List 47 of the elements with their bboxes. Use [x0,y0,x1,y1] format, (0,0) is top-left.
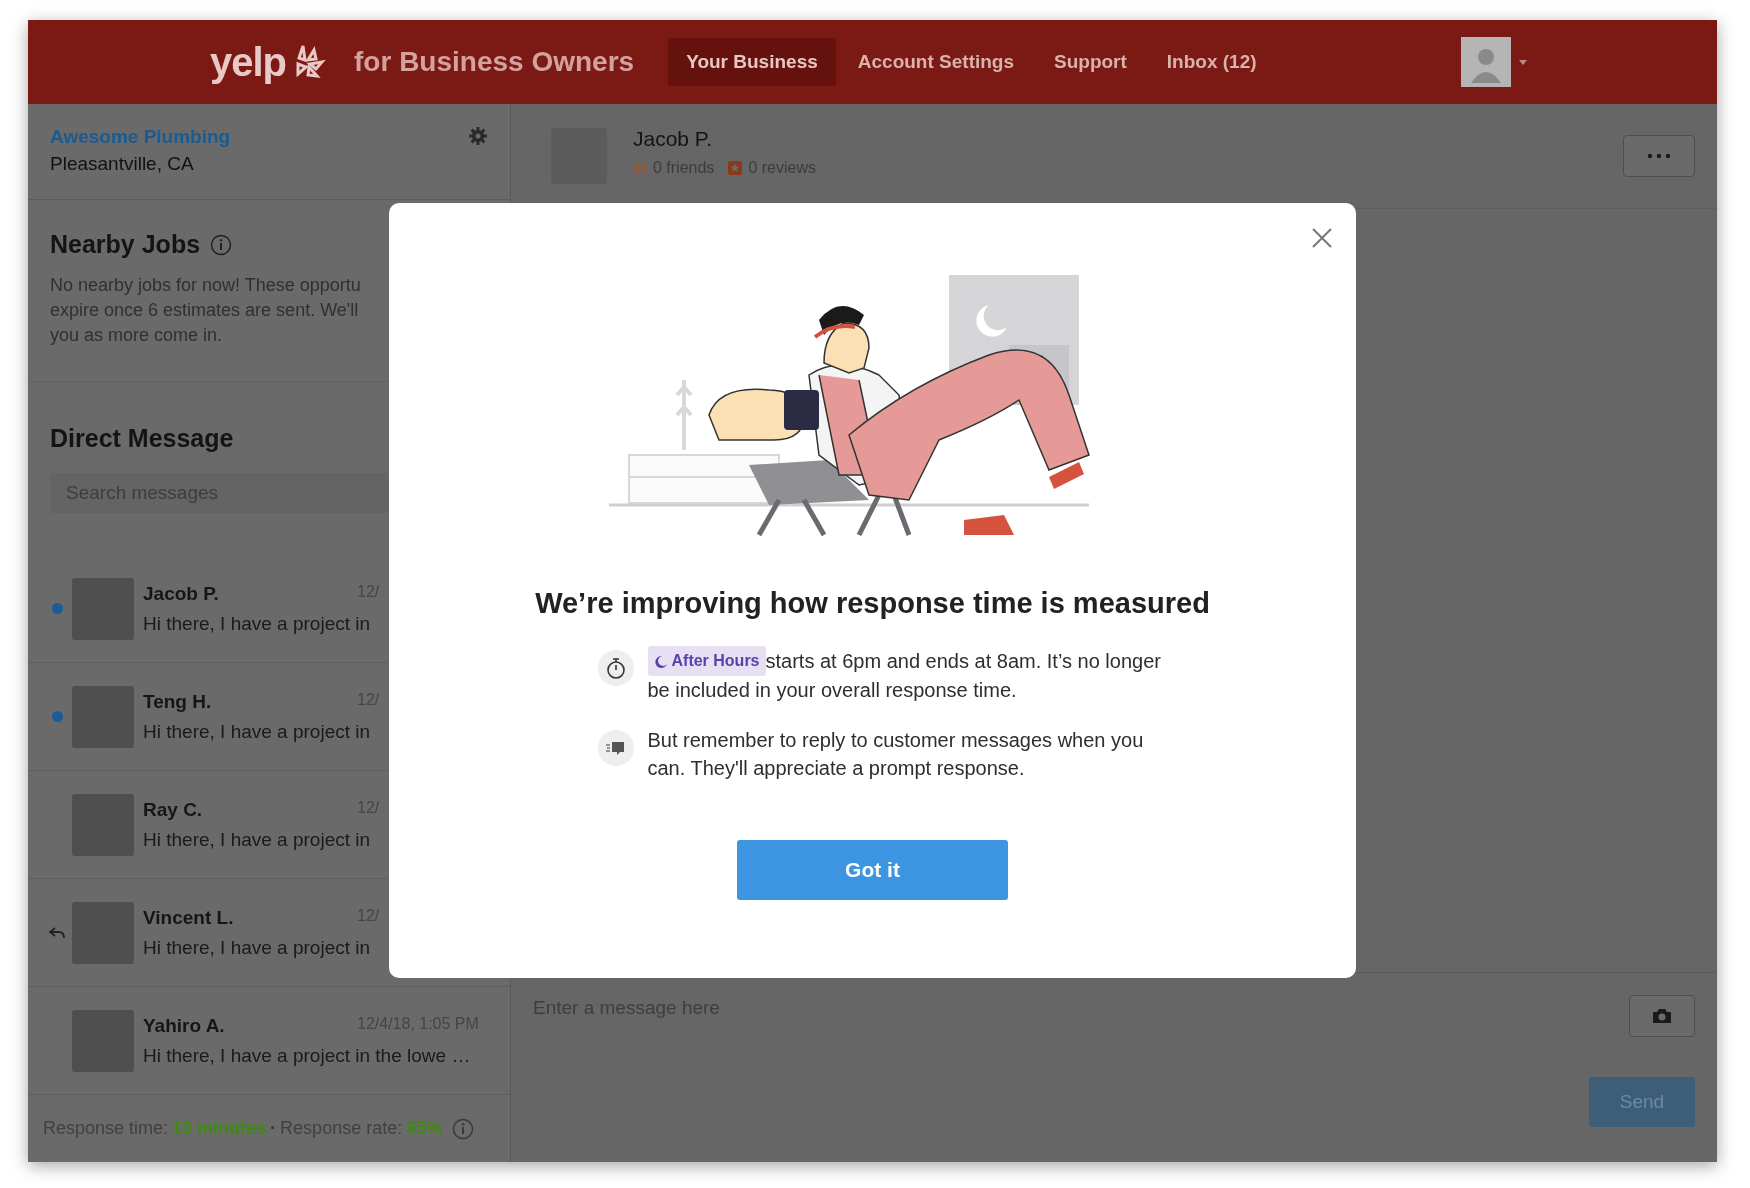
message-preview: Hi there, I have a project in [143,720,372,743]
nav-tab[interactable]: Your Business [668,38,836,86]
logo-text[interactable]: yelp [210,39,287,85]
got-it-button[interactable]: Got it [737,840,1008,900]
contact-name: Vincent L. [143,906,235,929]
nav-tab[interactable]: Support [1036,38,1145,86]
contact-name: Jacob P. [633,127,713,151]
settings-icon[interactable] [468,126,488,146]
message-preview: Hi there, I have a project in [143,936,372,959]
modal-title: We’re improving how response time is measured [535,587,1210,620]
message-preview: Hi there, I have a project in [143,828,372,851]
user-avatar[interactable] [1461,37,1511,87]
avatar-photo-placeholder [72,685,134,748]
avatar-photo-placeholder [72,1009,134,1072]
separator-dot: · [270,1118,277,1139]
stopwatch-icon [597,650,634,686]
friends-icon [633,162,647,174]
camera-icon [1652,1008,1672,1024]
camera-button[interactable] [1629,995,1695,1037]
nav-tab[interactable]: Account Settings [839,38,1032,86]
tagline: for Business Owners [354,46,635,78]
more-dots-icon [1647,153,1671,159]
speech-bubble-icon [597,730,634,766]
info-icon[interactable] [452,1117,475,1140]
avatar-photo-placeholder [72,793,134,856]
business-location: Pleasantville, CA [50,153,195,175]
section-title: Nearby Jobs [50,230,201,260]
contact-name: Yahiro A. [143,1014,226,1037]
avatar-photo-placeholder [72,901,134,964]
review-star-icon [728,161,743,175]
nearby-jobs-text: No nearby jobs for now! These opportu expire once 6 estimates are sent. We'll you as more come in. [50,274,362,348]
info-text: After Hours starts at 6pm and ends at 8am. It’s no longer be included in your overall response time. [647,646,1168,704]
contact-name: Jacob P. [143,582,220,605]
contact-name: Teng H. [143,690,213,713]
info-icon[interactable] [210,233,233,256]
info-text: But remember to reply to customer messages when you can. They'll appreciate a prompt response. [647,728,1145,781]
message-preview: Hi there, I have a project in [143,612,372,635]
response-rate-value: 95% [406,1118,443,1139]
section-title: Direct Message [50,424,235,453]
message-preview: Hi there, I have a project in the lowe … [143,1044,472,1067]
caret-icon[interactable] [1519,59,1527,65]
avatar-photo-placeholder [72,577,134,640]
response-time-value: 10 minutes [172,1118,267,1139]
contact-name: Ray C. [143,798,204,821]
after-hours-badge: After Hours [647,646,766,676]
nav-tab[interactable]: Inbox (12) [1148,38,1275,86]
close-icon[interactable] [1312,228,1332,248]
